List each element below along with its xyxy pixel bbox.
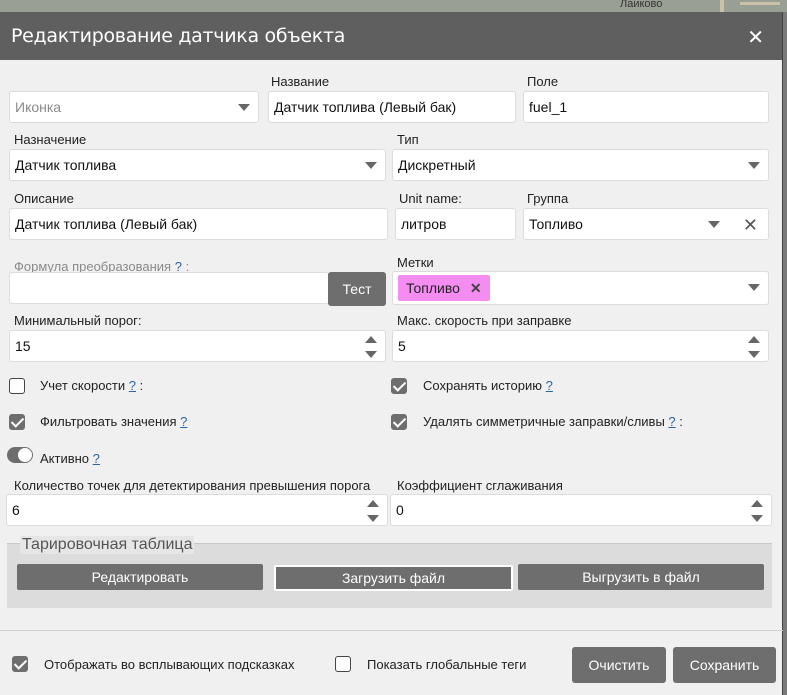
purpose-label: Назначение <box>14 132 87 147</box>
map-place-label: Лаиково <box>620 0 663 10</box>
map-road <box>740 2 780 5</box>
field-value: fuel_1 <box>529 99 568 115</box>
clear-button[interactable]: Очистить <box>572 647 666 683</box>
dialog-title: Редактирование датчика объекта <box>11 25 346 47</box>
icon-select[interactable]: Иконка <box>9 91 259 123</box>
download-file-button[interactable]: Выгрузить в файл <box>518 564 764 590</box>
upload-file-button[interactable]: Загрузить файл <box>274 565 513 591</box>
symmetric-label: Удалять симметричные заправки/сливы ? : <box>423 414 683 429</box>
chevron-down-icon <box>365 162 377 169</box>
dialog-titlebar: Редактирование датчика объекта ✕ <box>0 12 782 60</box>
field-label: Поле <box>527 74 559 89</box>
edit-calibration-button[interactable]: Редактировать <box>17 564 263 590</box>
chevron-down-icon <box>748 162 760 169</box>
speed-label-text: Учет скорости <box>40 378 126 393</box>
save-history-checkbox[interactable] <box>391 378 407 394</box>
save-history-label-text: Сохранять историю <box>423 378 543 393</box>
calibration-legend: Тарировочная таблица <box>20 536 195 554</box>
chevron-down-icon <box>238 104 250 111</box>
max-speed-label: Макс. скорость при заправке <box>397 313 572 328</box>
unit-value: литров <box>401 216 447 232</box>
tag-chip-label: Топливо <box>406 280 460 296</box>
symmetric-label-suffix: : <box>679 414 683 429</box>
remove-tag-icon[interactable]: ✕ <box>470 280 482 297</box>
formula-input[interactable] <box>9 272 329 304</box>
save-button[interactable]: Сохранить <box>673 647 776 683</box>
speed-label: Учет скорости ? : <box>40 378 143 393</box>
active-toggle[interactable] <box>7 447 33 463</box>
group-label: Группа <box>527 191 569 206</box>
global-tags-checkbox[interactable] <box>335 656 351 672</box>
purpose-select[interactable]: Датчик топлива <box>9 149 386 181</box>
description-value: Датчик топлива (Левый бак) <box>15 216 198 232</box>
symmetric-checkbox[interactable] <box>391 414 407 430</box>
description-label: Описание <box>14 191 74 206</box>
active-help-link[interactable]: ? <box>93 451 100 466</box>
points-count-input[interactable]: 6 <box>6 494 388 526</box>
speed-label-suffix: : <box>139 378 144 393</box>
min-threshold-value: 15 <box>15 338 31 354</box>
points-count-value: 6 <box>12 502 20 518</box>
speed-help-link[interactable]: ? <box>129 378 136 393</box>
speed-checkbox[interactable] <box>9 378 25 394</box>
filter-help-link[interactable]: ? <box>180 414 187 429</box>
icon-select-value: Иконка <box>15 99 62 115</box>
field-input[interactable]: fuel_1 <box>523 91 769 123</box>
map-background: Лаиково <box>0 0 787 12</box>
smoothing-input[interactable]: 0 <box>390 494 772 526</box>
min-threshold-label: Минимальный порог: <box>14 313 142 328</box>
symmetric-help-link[interactable]: ? <box>668 414 675 429</box>
tags-label: Метки <box>397 255 434 270</box>
smoothing-label: Коэффициент сглаживания <box>397 478 563 493</box>
spinner-icon[interactable] <box>365 336 377 358</box>
max-speed-input[interactable]: 5 <box>392 330 769 362</box>
description-input[interactable]: Датчик топлива (Левый бак) <box>9 208 388 240</box>
global-tags-label: Показать глобальные теги <box>367 657 527 672</box>
save-history-help-link[interactable]: ? <box>546 378 553 393</box>
clear-icon[interactable]: ✕ <box>743 215 758 236</box>
save-history-label: Сохранять историю ? <box>423 378 553 393</box>
unit-input[interactable]: литров <box>395 208 516 240</box>
name-value: Датчик топлива (Левый бак) <box>274 99 457 115</box>
show-tooltips-label: Отображать во всплывающих подсказках <box>44 657 295 672</box>
smoothing-value: 0 <box>396 502 404 518</box>
active-label-text: Активно <box>40 451 90 466</box>
spinner-icon[interactable] <box>367 500 379 522</box>
purpose-value: Датчик топлива <box>15 157 117 173</box>
active-label: Активно ? <box>40 451 100 466</box>
show-tooltips-checkbox[interactable] <box>12 656 28 672</box>
name-input[interactable]: Датчик топлива (Левый бак) <box>268 91 516 123</box>
unit-label: Unit name: <box>399 191 462 206</box>
close-icon[interactable]: ✕ <box>747 25 764 50</box>
spinner-icon[interactable] <box>751 500 763 522</box>
filter-label-text: Фильтровать значения <box>40 414 177 429</box>
chevron-down-icon <box>708 221 720 228</box>
symmetric-label-text: Удалять симметричные заправки/сливы <box>423 414 665 429</box>
type-select[interactable]: Дискретный <box>392 149 769 181</box>
type-value: Дискретный <box>398 157 476 173</box>
tag-chip: Топливо ✕ <box>398 275 490 301</box>
filter-label: Фильтровать значения ? <box>40 414 187 429</box>
type-label: Тип <box>397 132 419 147</box>
chevron-down-icon <box>748 284 760 291</box>
test-button[interactable]: Тест <box>328 272 386 306</box>
footer-divider <box>0 630 783 631</box>
name-label: Название <box>271 74 330 89</box>
filter-checkbox[interactable] <box>9 414 25 430</box>
min-threshold-input[interactable]: 15 <box>9 330 386 362</box>
group-select[interactable]: Топливо ✕ <box>523 208 769 240</box>
group-value: Топливо <box>529 216 583 232</box>
spinner-icon[interactable] <box>748 336 760 358</box>
points-count-label: Количество точек для детектирования прев… <box>14 478 371 493</box>
calibration-panel: Тарировочная таблица Редактировать Загру… <box>7 536 772 608</box>
max-speed-value: 5 <box>398 338 406 354</box>
map-road <box>720 0 724 12</box>
